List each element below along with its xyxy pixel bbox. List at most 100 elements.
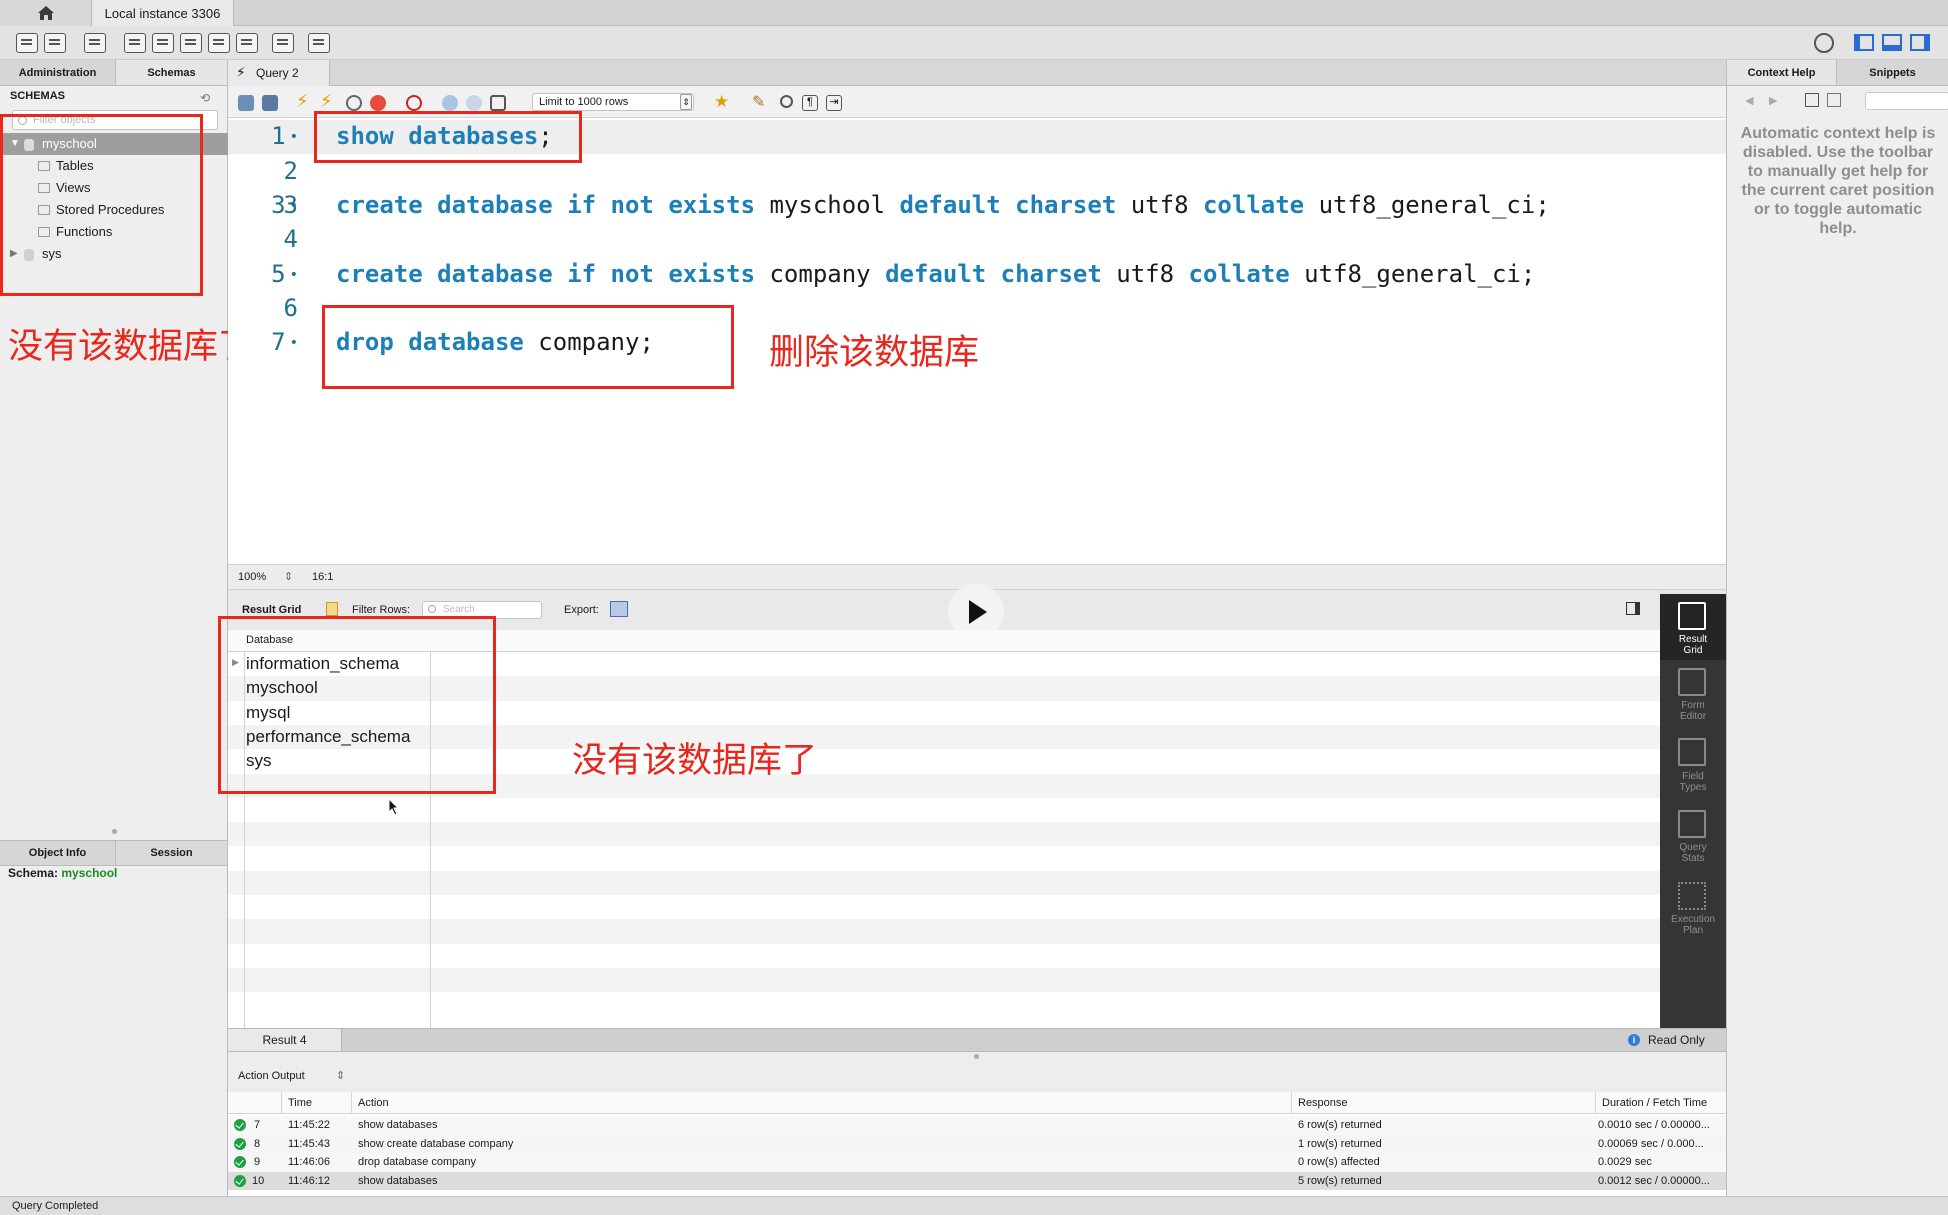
create-schema-icon[interactable] [124,33,146,53]
line-number: 5 • [256,260,298,288]
side-tab-result-grid[interactable]: Result Grid [1660,594,1726,660]
select-arrows-icon[interactable]: ⇕ [680,94,692,110]
tab-object-info[interactable]: Object Info [0,840,116,866]
instance-tab[interactable]: Local instance 3306 [92,0,234,26]
toggle-sidebar-icon[interactable] [1854,34,1874,51]
sql-keyword: default charset [885,260,1102,288]
column-header-action[interactable]: Action [352,1092,1292,1114]
word-wrap-icon[interactable]: ⇥ [826,95,842,111]
search-table-data-icon[interactable] [272,33,294,53]
sql-keyword: default charset [899,191,1117,219]
result-grid-label[interactable]: Result Grid [242,604,301,616]
help-search-input[interactable] [1865,92,1948,110]
output-row-selected[interactable]: 10 11:46:12 show databases 5 row(s) retu… [228,1171,1726,1190]
tab-administration[interactable]: Administration [0,60,116,86]
open-file-icon[interactable] [238,95,254,111]
toggle-panel-icon[interactable] [1626,602,1640,615]
query-stats-icon [1678,810,1706,838]
row-time: 11:45:43 [288,1137,331,1150]
sql-token: utf8 [1116,191,1203,219]
mysql-workbench-window: { "window": {"instance_tab": "Local inst… [0,0,1948,1215]
create-table-icon[interactable] [152,33,174,53]
statement-marker: • [289,198,298,214]
rollback-icon[interactable] [466,95,482,111]
row-action: drop database company [358,1156,477,1168]
output-selector[interactable]: Action Output [238,1070,305,1082]
autocommit-icon[interactable] [490,95,506,111]
side-tab-query-stats[interactable]: Query Stats [1660,810,1726,876]
query-tab-bar: ⚡ Query 2 [228,60,1726,86]
toggle-secondary-sidebar-icon[interactable] [1910,34,1930,51]
create-procedure-icon[interactable] [208,33,230,53]
new-sql-tab-icon[interactable] [16,33,38,53]
selector-arrows-icon[interactable]: ⇕ [336,1069,345,1082]
limit-rows-select[interactable]: Limit to 1000 rows [532,93,694,111]
empty-row [228,992,1660,1016]
line-number: 4 [283,225,298,253]
forward-icon[interactable]: ▶ [1769,94,1777,107]
side-tab-field-types[interactable]: Field Types [1660,738,1726,804]
play-icon [969,600,987,624]
beautify-icon[interactable]: ✎ [752,92,765,112]
row-duration: 0.00069 sec / 0.000... [1598,1137,1704,1150]
create-function-icon[interactable] [236,33,258,53]
side-tab-label: Form Editor [1679,700,1707,722]
auto-help-icon[interactable] [1827,93,1841,107]
splitter-handle[interactable] [112,829,117,834]
stop-icon[interactable] [370,95,386,111]
empty-row [228,846,1660,870]
empty-row [228,944,1660,968]
find-icon[interactable] [780,95,793,108]
sql-editor[interactable]: 1 • 3 2 3 • 4 5 • 6 7 • show databases; crea… [228,111,1726,564]
open-sql-script-icon[interactable] [44,33,66,53]
column-header-duration[interactable]: Duration / Fetch Time [1596,1092,1726,1114]
home-icon [37,6,54,20]
explain-icon[interactable] [346,95,362,111]
row-response: 1 row(s) returned [1298,1137,1382,1150]
output-panel: Action Output ⇕ Time Action Response Dur… [228,1052,1726,1196]
home-tab[interactable] [0,0,92,26]
zoom-level[interactable]: 100% [238,571,266,583]
export-icon[interactable] [610,601,628,617]
highlight-box-schemas [0,114,203,296]
success-icon [234,1156,246,1168]
add-snippet-icon[interactable]: ★ [714,92,729,112]
manual-help-icon[interactable] [1805,93,1819,107]
output-row[interactable]: 7 11:45:22 show databases 6 row(s) retur… [228,1116,1726,1135]
empty-row [228,919,1660,944]
tab-schemas[interactable]: Schemas [116,60,228,86]
toggle-error-icon[interactable] [406,95,422,111]
splitter-handle[interactable] [974,1054,979,1059]
save-icon[interactable] [262,95,278,111]
tab-snippets[interactable]: Snippets [1837,60,1948,86]
tab-context-help[interactable]: Context Help [1727,60,1837,86]
highlight-box-show-databases [314,111,582,163]
line-number-text: 3 [271,191,286,219]
tab-session[interactable]: Session [116,840,228,866]
side-tab-form-editor[interactable]: Form Editor [1660,668,1726,734]
inspector-icon[interactable] [84,33,106,53]
refresh-icon[interactable]: ⟲ [200,91,210,105]
tab-query-2[interactable]: ⚡ Query 2 [228,60,330,86]
tab-result-4[interactable]: Result 4 [228,1029,342,1051]
invisible-chars-icon[interactable]: ¶ [802,95,818,111]
create-view-icon[interactable] [180,33,202,53]
zoom-stepper-icon[interactable]: ⇕ [284,570,293,583]
commit-icon[interactable] [442,95,458,111]
reconnect-icon[interactable] [308,33,330,53]
column-header-time[interactable]: Time [282,1092,352,1114]
execute-icon[interactable]: ⚡ [296,91,309,112]
back-icon[interactable]: ◀ [1745,94,1753,107]
sql-keyword: create database if not exists [336,191,756,219]
output-grid: Time Action Response Duration / Fetch Ti… [228,1092,1726,1196]
column-header-response[interactable]: Response [1292,1092,1596,1114]
output-row[interactable]: 8 11:45:43 show create database company … [228,1134,1726,1153]
output-row[interactable]: 9 11:46:06 drop database company 0 row(s… [228,1153,1726,1172]
settings-icon[interactable] [1814,33,1834,53]
empty-row [228,895,1660,919]
toggle-output-icon[interactable] [1882,34,1902,51]
side-tab-execution-plan[interactable]: Execution Plan [1660,882,1726,948]
line-number: 6 [283,294,298,322]
execute-current-icon[interactable]: ⚡ [320,91,333,112]
row-index: 9 [254,1156,261,1168]
